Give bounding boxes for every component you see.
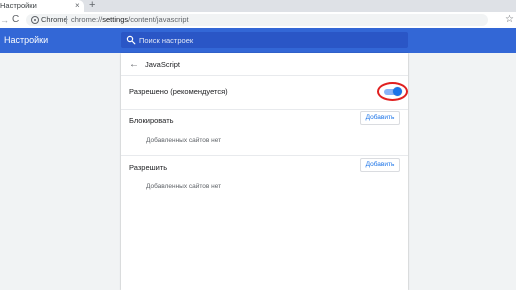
- settings-search[interactable]: [121, 32, 408, 48]
- block-label: Блокировать: [129, 116, 174, 125]
- tab-strip: Настройки × +: [0, 0, 516, 12]
- javascript-settings-card: ← JavaScript Разрешено (рекомендуется) Б…: [121, 53, 408, 290]
- allow-label: Разрешить: [129, 163, 168, 172]
- search-input[interactable]: [139, 34, 399, 46]
- page-title: JavaScript: [145, 60, 181, 69]
- url-path: /content/javascript: [128, 15, 189, 24]
- forward-icon[interactable]: →: [0, 14, 9, 26]
- settings-header: Настройки: [0, 28, 516, 53]
- chrome-info-icon[interactable]: [31, 16, 39, 24]
- highlight-circle: [377, 82, 408, 101]
- block-add-button[interactable]: Добавить: [360, 111, 400, 125]
- site-label: Chrome: [41, 15, 68, 24]
- back-arrow-icon[interactable]: ←: [128, 59, 140, 71]
- search-icon: [126, 35, 136, 45]
- section-divider: [121, 155, 408, 156]
- reload-icon[interactable]: C: [12, 13, 19, 27]
- tab-settings[interactable]: Настройки ×: [0, 0, 84, 12]
- allowed-label: Разрешено (рекомендуется): [129, 87, 228, 96]
- address-bar[interactable]: Chrome chrome://settings/content/javascr…: [26, 14, 488, 26]
- tab-title: Настройки: [0, 1, 37, 10]
- new-tab-icon[interactable]: +: [89, 0, 95, 11]
- section-divider: [121, 109, 408, 110]
- url-scheme: chrome://: [71, 15, 103, 24]
- address-separator: [66, 16, 67, 24]
- allow-empty-text: Добавленных сайтов нет: [146, 183, 222, 190]
- browser-toolbar: → C Chrome chrome://settings/content/jav…: [0, 12, 516, 28]
- title-divider: [121, 75, 408, 76]
- header-title: Настройки: [4, 35, 49, 45]
- allow-add-button[interactable]: Добавить: [360, 158, 400, 172]
- block-empty-text: Добавленных сайтов нет: [146, 137, 222, 144]
- url-host: settings: [102, 15, 129, 24]
- url-text[interactable]: chrome://settings/content/javascript: [71, 15, 189, 25]
- bookmark-star-icon[interactable]: ☆: [505, 13, 514, 26]
- tab-close-icon[interactable]: ×: [75, 0, 80, 12]
